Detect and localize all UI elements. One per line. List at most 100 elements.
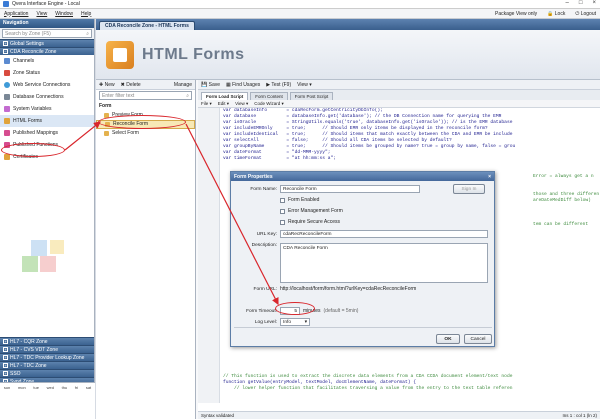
code-menu-view[interactable]: View ▾	[235, 101, 248, 107]
package-status: Package View only	[495, 10, 538, 17]
menu-help[interactable]: Help	[81, 11, 91, 17]
new-button[interactable]: ✚ New	[99, 82, 115, 88]
annotation-circle-reconcile-form	[98, 115, 186, 129]
menu-window[interactable]: Window	[55, 11, 73, 17]
tree-item-select-form[interactable]: Select Form	[96, 129, 195, 138]
window-titlebar: Qvera Interface Engine - Local – □ ×	[0, 0, 600, 9]
expand-icon: +	[3, 363, 8, 368]
maximize-icon[interactable]: □	[579, 0, 583, 6]
view-button[interactable]: View ▾	[297, 82, 312, 88]
sidebar-item-label: Published Mappings	[13, 130, 59, 136]
log-level-row: Log Level: Info ▾	[235, 318, 310, 326]
code-snippet: areDateMedDiff below)	[533, 198, 591, 203]
menu-application[interactable]: Application	[4, 11, 28, 17]
filter-input[interactable]: Enter filter text ⌕	[99, 91, 192, 100]
code-menu-edit[interactable]: Edit ▾	[218, 101, 229, 107]
description-input[interactable]: CDA Reconcile Form	[280, 243, 488, 283]
url-key-label: URL Key:	[256, 231, 277, 237]
delete-button[interactable]: ✖ Delete	[121, 82, 141, 88]
log-level-select[interactable]: Info ▾	[280, 318, 310, 326]
sidebar-item-web-service[interactable]: Web Service Connections	[0, 79, 94, 91]
section-hl7-cqr[interactable]: + HL7 - CQR Zone	[0, 337, 94, 345]
zone-search-input[interactable]: Search by Zone (F5) ⌕	[2, 29, 92, 38]
find-usages-button[interactable]: ▦ Find Usages	[226, 82, 260, 88]
save-button[interactable]: 💾 Save	[201, 82, 220, 88]
expand-icon: +	[3, 339, 8, 344]
dialog-header: Form Properties ×	[231, 172, 494, 181]
sidebar-item-published-mappings[interactable]: Published Mappings	[0, 127, 94, 139]
sidebar-item-zone-status[interactable]: Zone Status	[0, 67, 94, 79]
sidebar-item-database[interactable]: Database Connections	[0, 91, 94, 103]
cancel-button[interactable]: Cancel	[464, 334, 492, 344]
manage-button[interactable]: Manage	[174, 82, 192, 88]
code-menu-wizard[interactable]: Code Wizard ▾	[254, 101, 284, 107]
error-mgmt-checkbox[interactable]	[280, 208, 285, 214]
tab-form-content[interactable]: Form Content	[250, 92, 288, 100]
database-icon	[4, 94, 10, 100]
calendar-widget: sun mon tue wed thu fri sat	[0, 382, 95, 419]
minimize-icon[interactable]: –	[566, 0, 569, 6]
form-name-row: Form Name: Reconcile Form Sign In	[235, 184, 485, 194]
filter-placeholder: Enter filter text	[102, 92, 135, 99]
require-secure-row: Require Secure Access	[280, 219, 340, 225]
editor-statusbar: Syntax validated Ins 1 : col 1 (ln 2)	[198, 411, 600, 419]
error-mgmt-row: Error Management Form	[280, 208, 343, 214]
sidebar-item-channels[interactable]: Channels	[0, 55, 94, 67]
tab-form-post-script[interactable]: Form Post Script	[289, 92, 334, 100]
form-enabled-label: Form Enabled	[288, 197, 320, 203]
manage-label: Manage	[173, 81, 192, 88]
code-snippet: Error = always get a n	[533, 174, 594, 179]
delete-label: Delete	[126, 81, 141, 88]
test-label: Test (F9)	[271, 81, 292, 88]
sidebar-item-html-forms[interactable]: HTML Forms	[0, 115, 94, 127]
sidebar-item-label: HTML Forms	[13, 118, 42, 124]
dialog-title: Form Properties	[234, 173, 273, 180]
search-placeholder: Search by Zone (F5)	[5, 30, 51, 37]
require-secure-checkbox[interactable]	[280, 219, 285, 225]
lock-button[interactable]: 🔒 Lock	[547, 11, 565, 17]
forms-toolbar: ✚ New ✖ Delete Manage	[96, 80, 195, 90]
code-menu-label: Code Wizard	[254, 100, 281, 106]
cube-graphic	[22, 234, 72, 284]
expand-icon: +	[3, 371, 8, 376]
ok-button[interactable]: OK	[436, 334, 460, 344]
tree-header: Form	[99, 103, 112, 109]
sidebar-item-system-variables[interactable]: System Variables	[0, 103, 94, 115]
section-hl7-tdc-provider[interactable]: + HL7 - TDC Provider Lookup Zone	[0, 353, 94, 361]
close-icon[interactable]: ×	[592, 0, 596, 6]
test-button[interactable]: ▶ Test (F9)	[266, 82, 291, 88]
day-label: fri	[74, 385, 79, 390]
sign-in-button[interactable]: Sign In	[453, 184, 485, 194]
menubar: Application View Window Help Package Vie…	[0, 9, 600, 19]
code-menu-file[interactable]: File ▾	[201, 101, 212, 107]
section-hl7-cvs[interactable]: + HL7 - CVS VDT Zone	[0, 345, 94, 353]
code-bottom: // This function is used to extract the …	[198, 374, 600, 392]
url-key-input[interactable]: cdaRecReconcileForm	[280, 230, 488, 238]
form-url-link[interactable]: http://localhost/form/form.html?urlKey=c…	[280, 286, 416, 292]
section-sso[interactable]: + SSO	[0, 369, 94, 377]
form-name-input[interactable]: Reconcile Form	[280, 185, 420, 193]
view-label: View	[297, 81, 308, 88]
url-key-row: URL Key: cdaRecReconcileForm	[235, 230, 488, 238]
forms-panel: ✚ New ✖ Delete Manage Enter filter text …	[96, 80, 196, 419]
menu-view[interactable]: View	[36, 11, 47, 17]
mapping-icon	[4, 130, 10, 136]
section-zone[interactable]: − CDA Reconcile Zone	[0, 47, 94, 55]
form-name-label: Form Name:	[250, 186, 277, 192]
expand-icon: +	[3, 41, 8, 46]
tab-cda-reconcile-html-forms[interactable]: CDA Reconcile Zone - HTML Forms	[99, 21, 195, 30]
timeout-default: (default = 5min)	[323, 308, 359, 314]
description-label: Description:	[251, 243, 277, 248]
logout-button[interactable]: ⏻ Logout	[575, 11, 596, 17]
sidebar-item-label: Zone Status	[13, 70, 40, 76]
section-hl7-tdc[interactable]: + HL7 - TDC Zone	[0, 361, 94, 369]
section-global-settings[interactable]: + Global Settings	[0, 39, 94, 47]
form-enabled-checkbox[interactable]	[280, 197, 285, 203]
sidebar-item-label: Web Service Connections	[13, 82, 71, 88]
day-label: tue	[33, 385, 39, 390]
editor-toolbar: 💾 Save ▦ Find Usages ▶ Test (F9) View ▾	[198, 80, 600, 90]
section-label: SSO	[10, 370, 21, 377]
day-label: sun	[3, 385, 11, 390]
close-icon[interactable]: ×	[488, 174, 491, 180]
tab-form-load-script[interactable]: Form Load Script	[201, 92, 249, 100]
